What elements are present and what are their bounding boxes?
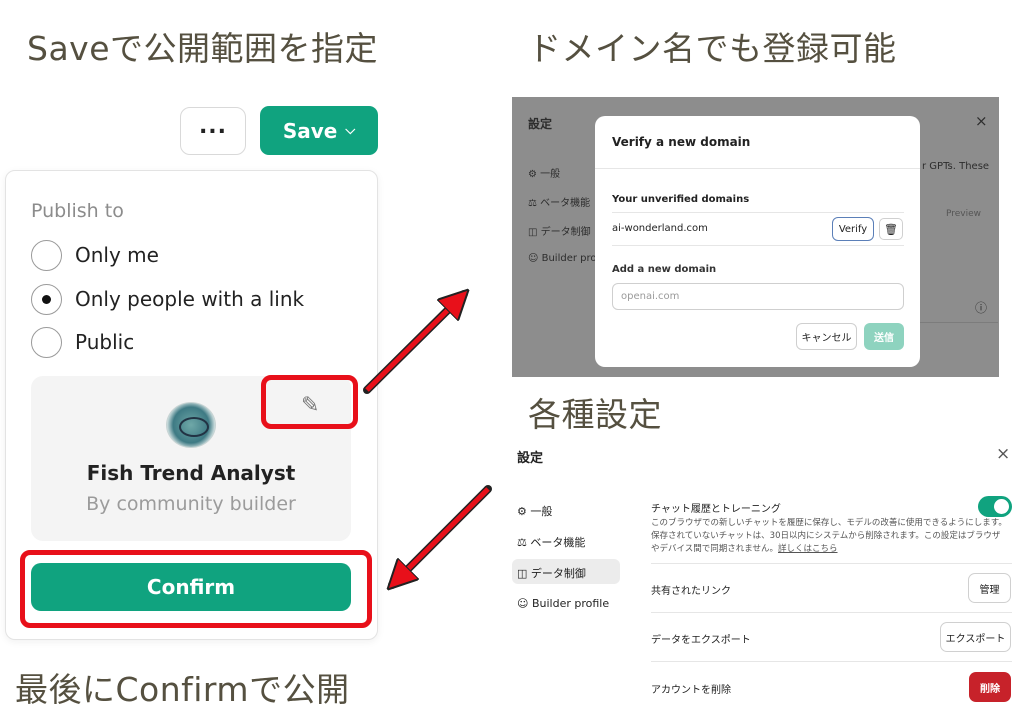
overlay-info-icon: ⓘ [975,301,988,315]
close-icon[interactable]: × [996,444,1010,464]
overlay-side-data: ◫ データ制御 [528,227,591,238]
sidebar-item-builder-profile[interactable]: ☺ Builder profile [517,597,609,610]
trash-icon[interactable]: 🗑 [879,218,903,240]
domain-input[interactable]: openai.com [612,283,904,310]
delete-button[interactable]: 削除 [969,672,1011,702]
overlay-divider [918,322,998,323]
sidebar-item-beta[interactable]: ⚖ ベータ機能 [517,534,585,550]
flask-icon: ⚖ [517,536,527,549]
overlay-title: 設定 [528,117,553,131]
domain-row-bottom [612,245,904,246]
shared-links-label: 共有されたリンク [651,586,731,597]
person-icon: ☺ [517,597,529,610]
export-data-label: データをエクスポート [651,635,751,646]
settings-divider-2 [651,612,1012,613]
domain-row-top [612,212,904,213]
unverified-domain: ai-wonderland.com [612,223,708,234]
settings-divider-3 [651,661,1012,662]
unverified-label: Your unverified domains [612,194,750,205]
overlay-close-icon: × [975,112,988,130]
dialog-divider [595,168,920,169]
history-title: チャット履歴とトレーニング [651,504,781,515]
export-button[interactable]: エクスポート [940,622,1011,652]
history-desc-3: やデバイス間で同期されません。詳しくはこちら [651,544,838,554]
sidebar-item-data-controls[interactable]: ◫ データ制御 [517,565,586,581]
cancel-button[interactable]: キャンセル [796,323,857,350]
delete-account-label: アカウントを削除 [651,685,731,696]
verify-button[interactable]: Verify [832,217,874,241]
overlay-side-beta: ⚖ ベータ機能 [528,198,591,209]
send-button[interactable]: 送信 [864,323,904,350]
history-desc-1: このブラウザでの新しいチャットを履歴に保存し、モデルの改善に使用できるようにしま… [651,518,1007,528]
database-icon: ◫ [517,567,528,580]
arrow-to-confirm [398,487,490,579]
settings-divider-1 [651,563,1012,564]
sidebar-item-general[interactable]: ⚙ 一般 [517,503,552,519]
settings-title: 設定 [517,451,544,466]
overlay-side-profile: ☺ Builder profi [528,253,603,264]
learn-more-link[interactable]: 詳しくはこちら [778,544,838,554]
overlay-right-text: r GPTs. These [922,161,990,172]
history-toggle[interactable] [978,496,1012,517]
dialog-title: Verify a new domain [612,135,751,149]
add-domain-label: Add a new domain [612,264,717,275]
arrow-to-domain [365,300,458,392]
overlay-preview: Preview [946,209,982,219]
overlay-side-general: ⚙ 一般 [528,169,561,180]
gear-icon: ⚙ [517,505,527,518]
history-desc-2: 保存されていないチャットは、30日以内にシステムから削除されます。この設定はブラ… [651,531,1001,541]
manage-button[interactable]: 管理 [968,573,1011,603]
